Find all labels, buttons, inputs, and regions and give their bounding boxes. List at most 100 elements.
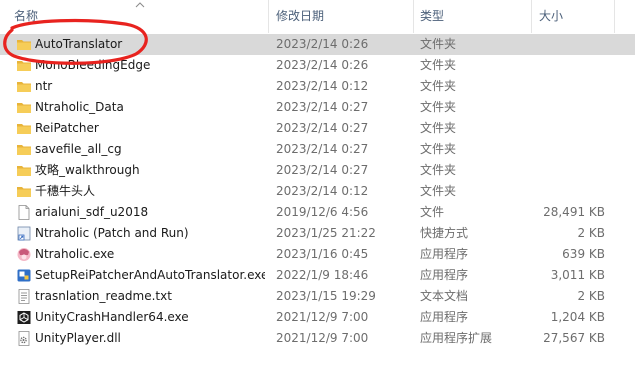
unity-app-icon xyxy=(16,310,32,325)
file-type: 文件夹 xyxy=(420,37,457,51)
column-divider[interactable] xyxy=(614,0,615,33)
file-row[interactable]: Ntraholic (Patch and Run) 2023/1/25 21:22… xyxy=(0,223,635,244)
file-type: 文件夹 xyxy=(420,184,457,198)
file-name: ReiPatcher xyxy=(35,121,99,135)
folder-icon xyxy=(16,142,32,157)
file-modified-date: 2023/1/25 21:22 xyxy=(276,226,376,240)
file-row[interactable]: 攻略_walkthrough 2023/2/14 0:27 文件夹 xyxy=(0,160,635,181)
file-modified-date: 2023/2/14 0:27 xyxy=(276,163,369,177)
file-name: MonoBleedingEdge xyxy=(35,58,151,72)
folder-icon xyxy=(16,121,32,136)
file-modified-date: 2019/12/6 4:56 xyxy=(276,205,369,219)
file-modified-date: 2023/2/14 0:27 xyxy=(276,121,369,135)
file-type: 应用程序 xyxy=(420,268,469,282)
file-modified-date: 2023/2/14 0:26 xyxy=(276,58,369,72)
file-type: 文件 xyxy=(420,205,445,219)
file-modified-date: 2021/12/9 7:00 xyxy=(276,310,369,324)
column-header-date[interactable]: 修改日期 xyxy=(276,0,324,33)
file-modified-date: 2023/2/14 0:12 xyxy=(276,184,369,198)
file-size xyxy=(530,55,605,76)
file-size xyxy=(530,118,605,139)
file-size xyxy=(530,160,605,181)
file-size: 28,491 KB xyxy=(543,205,605,219)
file-modified-date: 2023/2/14 0:27 xyxy=(276,142,369,156)
file-size: 27,567 KB xyxy=(543,331,605,345)
file-explorer-list: 名称 修改日期 类型 大小 AutoTranslator 2023/2/14 0:… xyxy=(0,0,635,373)
sort-ascending-icon xyxy=(135,2,145,8)
file-row[interactable]: SetupReiPatcherAndAutoTranslator.exe 2022… xyxy=(0,265,635,286)
folder-icon xyxy=(16,100,32,115)
folder-icon xyxy=(16,184,32,199)
column-header-type[interactable]: 类型 xyxy=(420,0,444,33)
file-type: 应用程序 xyxy=(420,247,469,261)
file-name: SetupReiPatcherAndAutoTranslator.exe xyxy=(35,268,265,282)
file-row[interactable]: UnityPlayer.dll 2021/12/9 7:00 应用程序扩展 27,56… xyxy=(0,328,635,349)
file-name: UnityCrashHandler64.exe xyxy=(35,310,189,324)
file-row[interactable]: 千穗牛头人 2023/2/14 0:12 文件夹 xyxy=(0,181,635,202)
file-name: Ntraholic (Patch and Run) xyxy=(35,226,189,240)
column-divider[interactable] xyxy=(413,0,414,33)
file-size: 2 KB xyxy=(577,289,605,303)
text-file-icon xyxy=(16,289,32,304)
file-name: 攻略_walkthrough xyxy=(35,163,140,177)
folder-icon xyxy=(16,79,32,94)
column-header-name[interactable]: 名称 xyxy=(14,0,38,33)
file-name: 千穗牛头人 xyxy=(35,184,96,198)
file-row[interactable]: ReiPatcher 2023/2/14 0:27 文件夹 xyxy=(0,118,635,139)
file-type: 文件夹 xyxy=(420,142,457,156)
file-row[interactable]: savefile_all_cg 2023/2/14 0:27 文件夹 xyxy=(0,139,635,160)
file-list: AutoTranslator 2023/2/14 0:26 文件夹 MonoBleed… xyxy=(0,34,635,349)
file-type: 文件夹 xyxy=(420,100,457,114)
file-row[interactable]: Ntraholic_Data 2023/2/14 0:27 文件夹 xyxy=(0,97,635,118)
game-app-icon xyxy=(16,247,32,262)
folder-icon xyxy=(16,58,32,73)
file-size: 639 KB xyxy=(562,247,605,261)
file-modified-date: 2023/2/14 0:27 xyxy=(276,100,369,114)
folder-icon xyxy=(16,163,32,178)
dll-file-icon xyxy=(16,331,32,346)
file-type: 文件夹 xyxy=(420,163,457,177)
file-type: 快捷方式 xyxy=(420,226,469,240)
file-type: 应用程序 xyxy=(420,310,469,324)
file-size: 1,204 KB xyxy=(550,310,605,324)
file-modified-date: 2023/2/14 0:26 xyxy=(276,37,369,51)
file-size: 2 KB xyxy=(577,226,605,240)
file-size xyxy=(530,139,605,160)
column-divider[interactable] xyxy=(268,0,269,33)
file-row[interactable]: ntr 2023/2/14 0:12 文件夹 xyxy=(0,76,635,97)
file-type: 文件夹 xyxy=(420,79,457,93)
file-name: arialuni_sdf_u2018 xyxy=(35,205,149,219)
file-modified-date: 2023/1/16 0:45 xyxy=(276,247,369,261)
setup-app-icon xyxy=(16,268,32,283)
file-modified-date: 2023/1/15 19:29 xyxy=(276,289,376,303)
column-header-bar: 名称 修改日期 类型 大小 xyxy=(0,0,635,33)
file-name: trasnlation_readme.txt xyxy=(35,289,172,303)
file-type: 文本文档 xyxy=(420,289,469,303)
file-name: ntr xyxy=(35,79,53,93)
file-icon xyxy=(16,205,32,220)
file-row[interactable]: UnityCrashHandler64.exe 2021/12/9 7:00 应用程… xyxy=(0,307,635,328)
file-name: UnityPlayer.dll xyxy=(35,331,121,345)
file-row[interactable]: trasnlation_readme.txt 2023/1/15 19:29 文本文… xyxy=(0,286,635,307)
file-row[interactable]: arialuni_sdf_u2018 2019/12/6 4:56 文件 28,491… xyxy=(0,202,635,223)
shortcut-icon xyxy=(16,226,32,241)
column-header-size[interactable]: 大小 xyxy=(539,0,563,33)
file-size: 3,011 KB xyxy=(550,268,605,282)
file-modified-date: 2022/1/9 18:46 xyxy=(276,268,369,282)
file-size xyxy=(530,181,605,202)
file-name: Ntraholic.exe xyxy=(35,247,115,261)
file-modified-date: 2023/2/14 0:12 xyxy=(276,79,369,93)
file-size xyxy=(530,97,605,118)
file-modified-date: 2021/12/9 7:00 xyxy=(276,331,369,345)
column-divider[interactable] xyxy=(531,0,532,33)
file-type: 文件夹 xyxy=(420,121,457,135)
file-row[interactable]: MonoBleedingEdge 2023/2/14 0:26 文件夹 xyxy=(0,55,635,76)
folder-icon xyxy=(16,37,32,52)
file-name: AutoTranslator xyxy=(35,37,123,51)
file-row[interactable]: AutoTranslator 2023/2/14 0:26 文件夹 xyxy=(0,34,635,55)
file-name: savefile_all_cg xyxy=(35,142,122,156)
file-name: Ntraholic_Data xyxy=(35,100,124,114)
file-row[interactable]: Ntraholic.exe 2023/1/16 0:45 应用程序 639 KB xyxy=(0,244,635,265)
file-size xyxy=(530,34,605,55)
file-size xyxy=(530,76,605,97)
